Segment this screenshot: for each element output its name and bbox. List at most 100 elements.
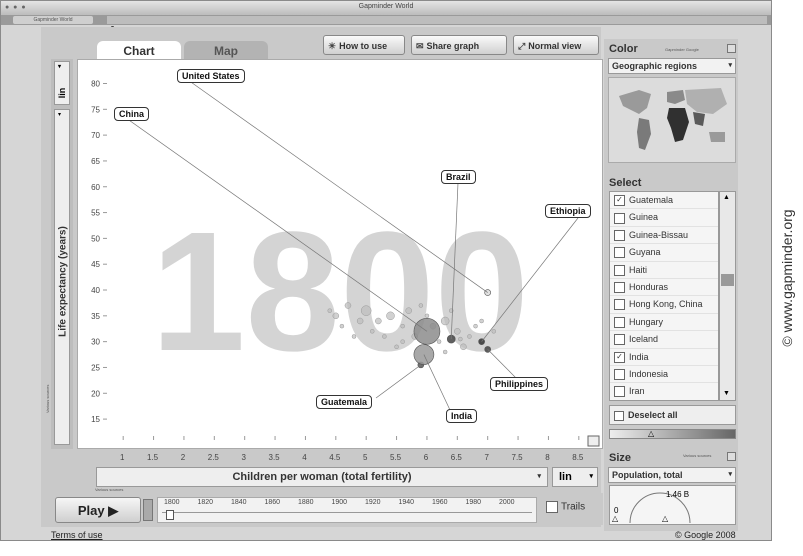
country-bubble[interactable]: [327, 308, 332, 313]
country-checkbox[interactable]: [614, 247, 625, 259]
country-bubble[interactable]: [436, 339, 442, 344]
scroll-up-icon[interactable]: ▲: [723, 194, 730, 201]
country-checkbox[interactable]: [614, 264, 625, 276]
country-bubble[interactable]: [375, 317, 382, 325]
scroll-thumb[interactable]: [721, 274, 734, 286]
x-indicator-arrow-icon: ▾: [537, 473, 541, 480]
label-ethiopia[interactable]: Ethiopia: [545, 204, 591, 218]
y-tick-label: 80: [91, 79, 100, 88]
country-list-item[interactable]: Guyana: [610, 244, 718, 262]
y-tick-label: 60: [91, 183, 100, 192]
country-checkbox[interactable]: ✓: [614, 351, 625, 363]
year-timeline[interactable]: 1800 1820 1840 1860 1880 1900 1920 1940 1960 1980…: [157, 497, 537, 523]
label-brazil[interactable]: Brazil: [441, 170, 476, 184]
label-india[interactable]: India: [446, 409, 478, 423]
color-dropdown[interactable]: Geographic regions ▾: [608, 58, 736, 74]
country-bubble[interactable]: [454, 328, 461, 335]
country-bubble[interactable]: [400, 339, 405, 344]
size-source-note[interactable]: Various sources: [683, 453, 711, 458]
trails-toggle[interactable]: Trails: [546, 501, 585, 513]
country-bubble[interactable]: [370, 329, 375, 334]
country-list[interactable]: ✓ Guatemala Guinea Guinea-Bissau Guyana Haiti…: [609, 191, 719, 401]
normal-view-button[interactable]: ⤢ Normal view: [513, 35, 599, 55]
country-list-item[interactable]: Iceland: [610, 331, 718, 349]
country-bubble[interactable]: [460, 343, 467, 351]
country-bubble[interactable]: [424, 313, 430, 319]
country-bubble[interactable]: [491, 329, 497, 334]
zoom-icon[interactable]: [587, 435, 600, 447]
size-header: Size: [609, 452, 632, 464]
country-bubble[interactable]: [473, 323, 478, 329]
country-list-item[interactable]: Hungary: [610, 314, 718, 332]
x-scale-selector[interactable]: lin ▾: [552, 467, 598, 487]
country-bubble[interactable]: [382, 334, 387, 339]
country-bubble[interactable]: [418, 303, 424, 308]
opacity-slider[interactable]: △: [609, 429, 736, 439]
country-bubble[interactable]: [344, 302, 352, 309]
color-provider-link[interactable]: Gapminder Google: [665, 47, 699, 52]
country-bubble[interactable]: [400, 323, 405, 329]
opacity-slider-handle[interactable]: △: [648, 429, 654, 438]
size-minimize-icon[interactable]: [727, 452, 736, 461]
country-checkbox[interactable]: [614, 334, 625, 346]
size-gauge[interactable]: 1.46 B 0 △ △: [609, 485, 736, 525]
country-checkbox[interactable]: [614, 212, 625, 224]
country-checkbox[interactable]: [614, 299, 625, 311]
country-checkbox[interactable]: [614, 369, 625, 381]
country-bubble[interactable]: [442, 349, 448, 355]
share-graph-button[interactable]: ✉ Share graph: [411, 35, 507, 55]
how-to-use-button[interactable]: ☀ How to use: [323, 35, 405, 55]
country-list-scrollbar[interactable]: ▲ ▼: [719, 191, 736, 401]
region-color-map[interactable]: [608, 77, 736, 163]
country-checkbox[interactable]: [614, 316, 625, 328]
country-checkbox[interactable]: [614, 229, 625, 241]
speed-slider[interactable]: [143, 499, 153, 521]
country-bubble[interactable]: [440, 316, 450, 326]
country-checkbox[interactable]: [614, 282, 625, 294]
country-bubble[interactable]: [386, 311, 395, 321]
country-bubble[interactable]: [394, 344, 399, 350]
country-list-item[interactable]: Haiti: [610, 262, 718, 279]
y-scale-selector[interactable]: ▾ lin: [54, 61, 70, 105]
country-list-item[interactable]: Iran: [610, 383, 718, 400]
bubble-united-states[interactable]: [484, 289, 491, 296]
country-list-item[interactable]: Guinea-Bissau: [610, 227, 718, 245]
x-indicator-selector[interactable]: Children per woman (total fertility) ▾: [96, 467, 548, 487]
browser-tab[interactable]: Gapminder World: [13, 16, 93, 24]
label-guatemala[interactable]: Guatemala: [316, 395, 373, 409]
country-bubble[interactable]: [339, 323, 345, 329]
label-united-states[interactable]: United States: [177, 69, 245, 83]
play-button[interactable]: Play ▶: [55, 497, 141, 523]
terms-link[interactable]: Terms of use: [51, 530, 103, 540]
country-list-item[interactable]: Hong Kong, China: [610, 296, 718, 314]
country-bubble[interactable]: [479, 318, 484, 324]
tab-chart[interactable]: Chart: [97, 41, 181, 61]
size-min-handle[interactable]: △: [612, 514, 618, 523]
country-checkbox[interactable]: ✓: [614, 195, 625, 207]
timeline-handle[interactable]: [166, 510, 174, 520]
country-bubble[interactable]: [467, 334, 472, 339]
country-list-item[interactable]: ✓ India: [610, 349, 718, 366]
trails-checkbox[interactable]: [546, 501, 558, 513]
x-source-note[interactable]: Various sources: [95, 487, 123, 492]
color-minimize-icon[interactable]: [727, 44, 736, 53]
country-list-item[interactable]: ✓ Guatemala: [610, 192, 718, 210]
tab-map[interactable]: Map: [184, 41, 268, 61]
scroll-down-icon[interactable]: ▼: [723, 390, 730, 397]
size-dropdown[interactable]: Population, total ▾: [608, 467, 736, 483]
country-bubble[interactable]: [360, 305, 372, 316]
country-list-item[interactable]: Indonesia: [610, 366, 718, 384]
country-bubble[interactable]: [458, 336, 463, 342]
deselect-all-button[interactable]: Deselect all: [609, 405, 736, 425]
label-philippines[interactable]: Philippines: [490, 377, 549, 391]
size-max-handle[interactable]: △: [662, 514, 668, 523]
country-checkbox[interactable]: [614, 386, 625, 398]
country-bubble[interactable]: [332, 312, 340, 320]
country-list-item[interactable]: Guinea: [610, 209, 718, 227]
country-bubble[interactable]: [351, 334, 357, 339]
country-list-item[interactable]: Honduras: [610, 279, 718, 297]
country-bubble[interactable]: [356, 317, 364, 325]
y-source-note[interactable]: Various sources: [45, 353, 50, 413]
country-bubble[interactable]: [405, 307, 412, 314]
label-china[interactable]: China: [114, 107, 150, 121]
